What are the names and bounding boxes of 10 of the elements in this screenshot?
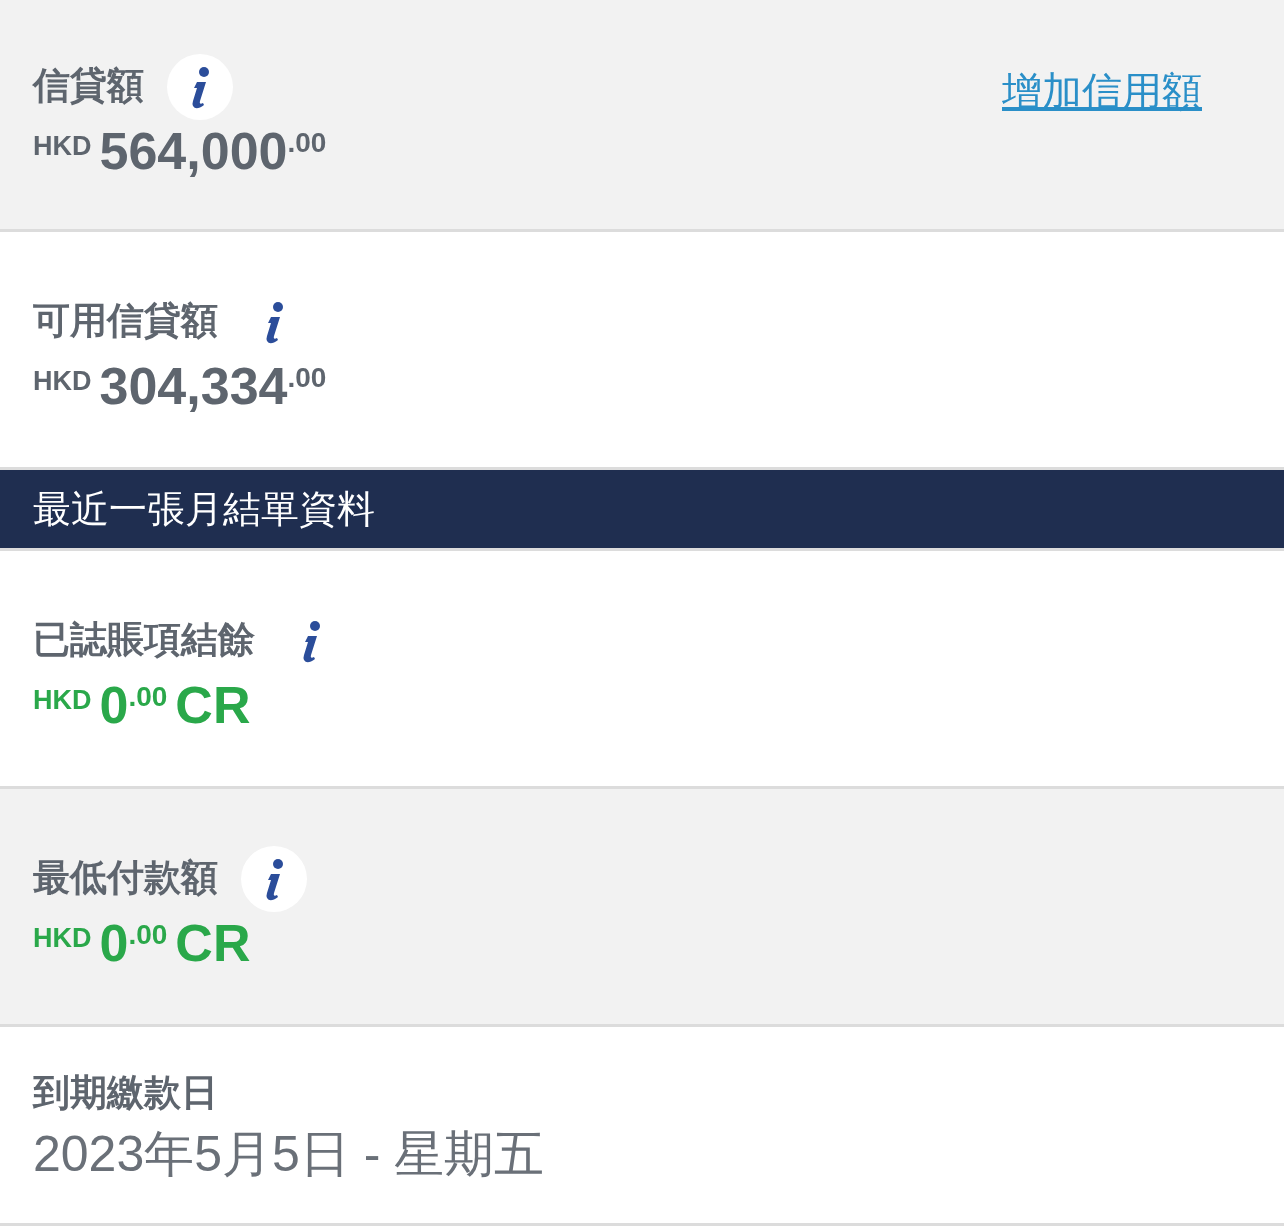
field-label: 最低付款額 (33, 856, 218, 901)
section-title: 最近一張月結單資料 (33, 486, 375, 532)
info-icon[interactable] (166, 52, 234, 121)
field-label: 可用信貸額 (33, 299, 218, 344)
date-value: 2023年5月5日 - 星期五 (33, 1125, 546, 1185)
field-label: 到期繳款日 (33, 1071, 218, 1115)
info-icon[interactable] (240, 844, 308, 913)
increase-limit-link[interactable]: 增加信用額 (1002, 64, 1202, 119)
field-label: 信貸額 (33, 64, 144, 109)
field-label: 已誌賬項結餘 (33, 618, 255, 663)
